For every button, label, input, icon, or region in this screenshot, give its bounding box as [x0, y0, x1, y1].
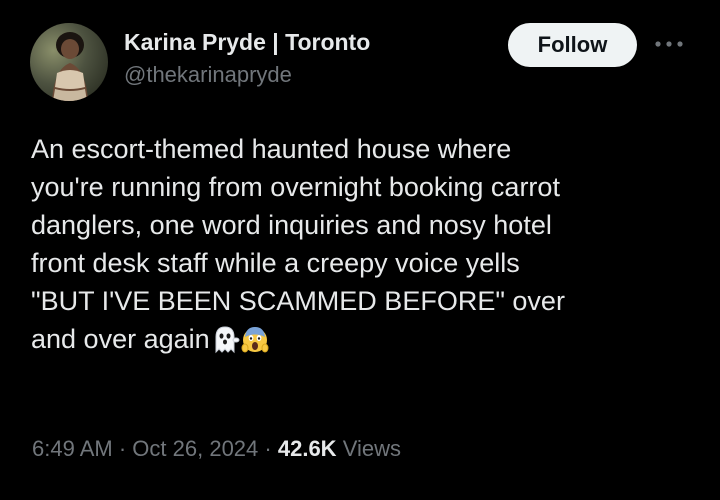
tweet-text-line: danglers, one word inquiries and nosy ho…: [31, 210, 552, 240]
tweet-text-line: you're running from overnight booking ca…: [31, 172, 560, 202]
author-name[interactable]: Karina Pryde | Toronto: [124, 29, 370, 56]
tweet-text-line: "BUT I'VE BEEN SCAMMED BEFORE" over: [31, 286, 565, 316]
tweet-text-line: and over again: [31, 324, 210, 354]
profile-photo-icon: [52, 32, 88, 101]
ghost-emoji-icon: [210, 324, 240, 354]
author-handle[interactable]: @thekarinapryde: [124, 62, 292, 88]
views-label: Views: [342, 436, 401, 461]
meta-separator: ·: [118, 436, 127, 461]
tweet-text-line: An escort-themed haunted house where: [31, 134, 512, 164]
tweet-card: Karina Pryde | Toronto @thekarinapryde F…: [0, 0, 720, 500]
more-horizontal-icon[interactable]: [652, 34, 686, 54]
screaming-face-emoji-icon: [240, 324, 270, 354]
tweet-date[interactable]: Oct 26, 2024: [132, 436, 258, 461]
tweet-time[interactable]: 6:49 AM: [32, 436, 113, 461]
meta-separator: ·: [264, 436, 272, 461]
follow-button[interactable]: Follow: [508, 23, 637, 67]
views-count[interactable]: 42.6K: [278, 436, 337, 461]
tweet-meta: 6:49 AM · Oct 26, 2024 · 42.6K Views: [32, 436, 401, 462]
author-avatar[interactable]: [30, 23, 108, 101]
tweet-text-line: front desk staff while a creepy voice ye…: [31, 248, 520, 278]
tweet-text-last-line: and over again: [31, 320, 701, 358]
tweet-text: An escort-themed haunted house where you…: [31, 130, 701, 358]
